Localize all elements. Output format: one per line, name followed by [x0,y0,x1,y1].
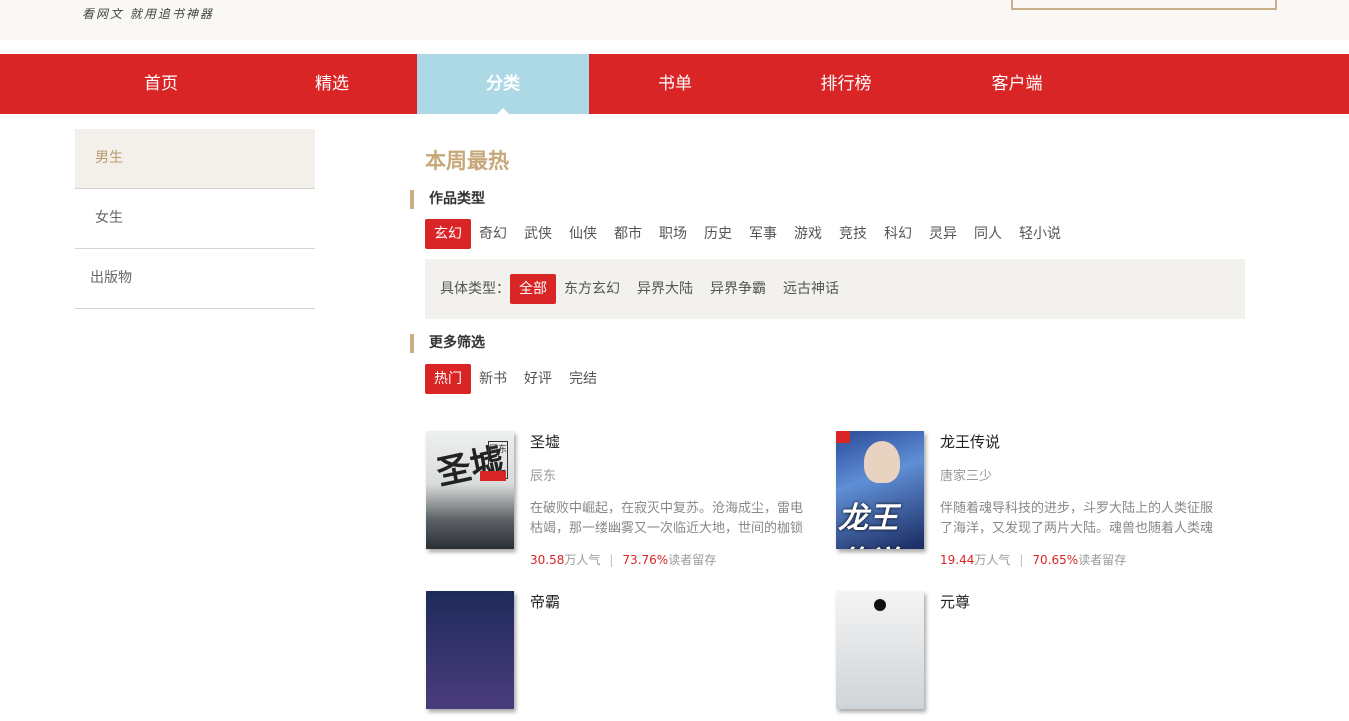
book-card[interactable]: 圣墟 辰东 圣墟 辰东 在破败中崛起，在寂灭中复苏。沧海成尘，雷电枯竭，那一缕幽… [426,431,806,567]
subtype-tag[interactable]: 远古神话 [774,274,848,304]
sidebar-item-publications[interactable]: 出版物 [75,249,315,309]
nav-item-client[interactable]: 客户端 [931,54,1103,114]
nav-item-booklists[interactable]: 书单 [589,54,761,114]
sidebar-item-female[interactable]: 女生 [75,189,315,249]
retention-rate: 73.76% [622,553,669,567]
genre-tag[interactable]: 同人 [965,219,1011,249]
cover-title-art: 龙王传说 [838,501,898,549]
genre-tag[interactable]: 仙侠 [560,219,606,249]
book-cover[interactable]: 圣墟 辰东 [426,431,514,549]
genre-tag[interactable]: 轻小说 [1010,219,1070,249]
book-description: 伴随着魂导科技的进步，斗罗大陆上的人类征服了海洋，又发现了两片大陆。魂兽也随着人… [940,501,1214,536]
filter-tag-row: 热门 新书 好评 完结 [425,364,605,394]
cover-character-art [864,441,900,483]
genre-tag[interactable]: 历史 [695,219,741,249]
cover-publisher-mark [480,471,506,481]
book-author[interactable]: 辰东 [530,465,556,484]
genre-tag[interactable]: 军事 [740,219,786,249]
book-cover[interactable]: 龙王传说 [836,431,924,549]
book-title[interactable]: 龙王传说 [940,431,1000,452]
nav-item-category[interactable]: 分类 [417,54,589,114]
genre-tag-row: 玄幻 奇幻 武侠 仙侠 都市 职场 历史 军事 游戏 竞技 科幻 灵异 同人 轻小说 [425,219,1069,249]
genre-tag[interactable]: 玄幻 [425,219,471,249]
filter-tag[interactable]: 完结 [560,364,606,394]
book-card[interactable]: 元尊 [836,591,1216,721]
genre-tag[interactable]: 武侠 [515,219,561,249]
subtype-tag[interactable]: 异界争霸 [701,274,775,304]
genre-tag[interactable]: 灵异 [920,219,966,249]
site-slogan: 看网文 就用追书神器 [82,7,214,21]
genre-tag[interactable]: 科幻 [875,219,921,249]
stats-divider: | [1019,553,1024,567]
retention-unit: 读者留存 [1078,553,1127,567]
genre-section-heading: 作品类型 [410,190,485,209]
category-sidebar: 男生 女生 出版物 [75,129,315,309]
readers-unit: 万人气 [564,553,601,567]
filter-tag[interactable]: 新书 [470,364,516,394]
genre-tag[interactable]: 游戏 [785,219,831,249]
readers-count: 30.58 [530,553,565,567]
book-description: 在破败中崛起，在寂灭中复苏。沧海成尘，雷电枯竭，那一缕幽雾又一次临近大地，世间的… [530,501,804,536]
book-stats: 30.58万人气 | 73.76%读者留存 [530,551,716,568]
book-author[interactable]: 唐家三少 [940,465,992,484]
sidebar-item-male[interactable]: 男生 [75,129,315,189]
retention-unit: 读者留存 [668,553,717,567]
book-title[interactable]: 圣墟 [530,431,560,452]
stats-divider: | [609,553,614,567]
genre-tag[interactable]: 都市 [605,219,651,249]
active-caret-icon [497,108,509,114]
cover-badge-icon [836,431,850,443]
nav-item-home[interactable]: 首页 [75,54,247,114]
nav-item-featured[interactable]: 精选 [246,54,418,114]
genre-tag[interactable]: 奇幻 [470,219,516,249]
book-stats: 19.44万人气 | 70.65%读者留存 [940,551,1126,568]
retention-rate: 70.65% [1032,553,1079,567]
readers-count: 19.44 [940,553,975,567]
cover-figure-art [874,599,886,611]
nav-item-rankings[interactable]: 排行榜 [760,54,932,114]
genre-tag[interactable]: 职场 [650,219,696,249]
subtype-tag[interactable]: 东方玄幻 [555,274,629,304]
nav-item-category-label: 分类 [486,74,520,94]
subtype-panel: 具体类型： 全部 东方玄幻 异界大陆 异界争霸 远古神话 [425,259,1245,319]
filter-section-heading: 更多筛选 [410,334,485,353]
subtype-tag[interactable]: 异界大陆 [628,274,702,304]
filter-tag[interactable]: 好评 [515,364,561,394]
subtype-tag-row: 全部 东方玄幻 异界大陆 异界争霸 远古神话 [510,274,847,304]
book-card[interactable]: 帝霸 [426,591,806,721]
page-title: 本周最热 [425,149,509,173]
main-nav: 首页 精选 分类 书单 排行榜 客户端 [0,54,1349,114]
filter-tag[interactable]: 热门 [425,364,471,394]
search-input[interactable] [1011,0,1277,10]
book-card[interactable]: 龙王传说 龙王传说 唐家三少 伴随着魂导科技的进步，斗罗大陆上的人类征服了海洋，… [836,431,1216,567]
readers-unit: 万人气 [974,553,1011,567]
subtype-label: 具体类型： [440,281,510,297]
genre-tag[interactable]: 竞技 [830,219,876,249]
subtype-tag[interactable]: 全部 [510,274,556,304]
top-header: 看网文 就用追书神器 [0,0,1349,40]
